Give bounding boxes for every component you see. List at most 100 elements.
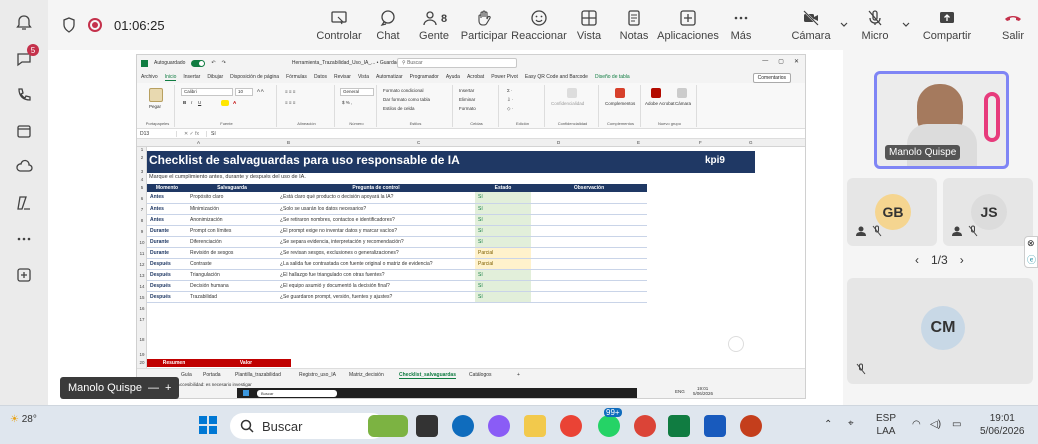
mic-options-button[interactable] <box>898 0 914 50</box>
excel-search-input[interactable]: ⚲ Buscar <box>397 58 517 68</box>
cell-estado[interactable]: Sí <box>475 192 531 204</box>
row-header[interactable]: 18 <box>137 337 147 342</box>
sheet-tab[interactable]: Matriz_decisión <box>349 372 384 378</box>
share-button[interactable]: Compartir <box>914 0 980 50</box>
add-apps-button[interactable] <box>7 258 41 292</box>
formula-input[interactable]: Sí <box>207 131 216 137</box>
row-header[interactable]: 2 <box>137 155 147 160</box>
column-header[interactable]: A <box>197 140 200 145</box>
cell-salvaguarda[interactable]: Decisión humana <box>187 280 277 292</box>
row-header[interactable]: 9 <box>137 229 147 234</box>
participant-tile-js[interactable]: JS <box>943 178 1033 246</box>
paste-icon[interactable] <box>149 88 163 102</box>
cell-pregunta[interactable]: ¿Se revisan sesgos, exclusiones o genera… <box>277 247 475 259</box>
align-top-icon[interactable]: ≡ ≡ ≡ <box>285 89 295 94</box>
cell-pregunta[interactable]: ¿Se guardaron prompt, versión, fuentes y… <box>277 291 475 303</box>
font-size-select[interactable]: 10 <box>235 88 253 96</box>
number-format-select[interactable]: General <box>340 88 374 96</box>
row-header[interactable]: 6 <box>137 196 147 201</box>
menu-item[interactable]: Ayuda <box>446 74 460 80</box>
redo-icon[interactable]: ↷ <box>222 60 226 66</box>
camera-button[interactable]: Cámara <box>786 0 836 50</box>
cell-observacion[interactable] <box>531 192 647 204</box>
volume-icon[interactable]: ◁) <box>930 418 941 431</box>
sheet-tab[interactable]: Registro_uso_IA <box>299 372 336 378</box>
menu-item[interactable]: Disposición de página <box>230 74 279 80</box>
row-header[interactable]: 14 <box>137 284 147 289</box>
minus-icon[interactable]: — <box>148 382 159 394</box>
cell-momento[interactable]: Antes <box>147 203 187 215</box>
column-header[interactable]: F <box>699 140 702 145</box>
cell-momento[interactable]: Después <box>147 291 187 303</box>
row-header[interactable]: 7 <box>137 207 147 212</box>
copilot-button[interactable] <box>7 186 41 220</box>
cell-momento[interactable]: Después <box>147 258 187 270</box>
task-view-icon[interactable] <box>416 415 438 437</box>
row-header[interactable]: 4 <box>137 177 147 182</box>
camera-tool-icon[interactable] <box>677 88 687 98</box>
cell-estado[interactable]: Sí <box>475 291 531 303</box>
fx-icon[interactable]: ✕ ✓ fx <box>177 130 207 137</box>
comments-button[interactable]: Comentarios <box>752 73 791 83</box>
cell-estado[interactable]: Sí <box>475 225 531 237</box>
cell-momento[interactable]: Antes <box>147 214 187 226</box>
close-icon[interactable]: ✕ <box>794 58 799 65</box>
react-button[interactable]: Reaccionar <box>510 0 568 50</box>
view-button[interactable]: Vista <box>568 0 610 50</box>
cell-observacion[interactable] <box>531 269 647 281</box>
undo-icon[interactable]: ↶ <box>211 60 215 66</box>
cell-observacion[interactable] <box>531 203 647 215</box>
minimize-icon[interactable]: — <box>762 58 768 65</box>
chevron-up-icon[interactable]: ⌃ <box>824 418 832 431</box>
calendar-button[interactable] <box>7 114 41 148</box>
more-apps-button[interactable] <box>7 222 41 256</box>
cell-pregunta[interactable]: ¿Se retiraron nombres, contactos e ident… <box>277 214 475 226</box>
apps-button[interactable]: Aplicaciones <box>657 0 719 50</box>
row-header[interactable]: 13 <box>137 273 147 278</box>
language-indicator[interactable]: ESP LAA <box>876 412 896 438</box>
whatsapp-icon[interactable] <box>598 415 620 437</box>
column-header[interactable]: C <box>417 140 420 145</box>
menu-item[interactable]: Acrobat <box>467 74 484 80</box>
cell-estado[interactable]: Sí <box>475 269 531 281</box>
italic-icon[interactable]: I <box>191 100 192 105</box>
sheet-tab[interactable]: Catálogos <box>469 372 492 378</box>
accessibility-status[interactable]: Accesibilidad: es necesario investigar <box>177 382 252 387</box>
calls-button[interactable] <box>7 78 41 112</box>
menu-item[interactable]: Revisar <box>334 74 351 80</box>
table-format-button[interactable]: Dar formato como tabla <box>383 97 430 102</box>
addins-button[interactable]: Complementos <box>605 101 635 106</box>
widget-app-icon[interactable]: ⓔ <box>1027 253 1036 266</box>
row-header[interactable]: 11 <box>137 251 147 256</box>
confidentiality-button[interactable]: Confidencialidad <box>551 101 584 106</box>
cell-observacion[interactable] <box>531 280 647 292</box>
row-header[interactable]: 1 <box>137 147 147 152</box>
row-header[interactable]: 8 <box>137 218 147 223</box>
cell-pregunta[interactable]: ¿El hallazgo fue triangulado con otras f… <box>277 269 475 281</box>
powerpoint-icon[interactable] <box>740 415 762 437</box>
row-header[interactable]: 19 <box>137 352 147 357</box>
cell-observacion[interactable] <box>531 247 647 259</box>
menu-item[interactable]: Vista <box>358 74 369 80</box>
cell-salvaguarda[interactable]: Contraste <box>187 258 277 270</box>
insert-cells-button[interactable]: Insertar <box>459 88 474 93</box>
cell-salvaguarda[interactable]: Propósito claro <box>187 192 277 204</box>
row-header[interactable]: 12 <box>137 262 147 267</box>
cell-momento[interactable]: Durante <box>147 225 187 237</box>
cell-momento[interactable]: Durante <box>147 236 187 248</box>
menu-item[interactable]: Dibujar <box>207 74 223 80</box>
cell-pregunta[interactable]: ¿El equipo asumió y documentó la decisió… <box>277 280 475 292</box>
format-cells-button[interactable]: Formato <box>459 106 476 111</box>
self-video-tile[interactable]: Manolo Quispe <box>874 71 1009 169</box>
side-widget[interactable]: ⊗ ⓔ <box>1024 236 1038 268</box>
currency-icon[interactable]: $ % , <box>342 100 352 105</box>
bold-icon[interactable]: B <box>183 100 186 105</box>
raise-hand-button[interactable]: Participar <box>458 0 510 50</box>
chevron-right-icon[interactable]: › <box>960 253 964 267</box>
sheet-tab[interactable]: Checklist_salvaguardas <box>399 372 456 379</box>
word-icon[interactable] <box>704 415 726 437</box>
menu-item[interactable]: Automatizar <box>376 74 403 80</box>
worksheet-grid[interactable]: ABCDEFG 1 2 3 4 5 6 7 8 9 10 11 12 13 14 15 16 17 18 19 20 … <box>137 139 805 398</box>
delete-cells-button[interactable]: Eliminar <box>459 97 475 102</box>
cell-pregunta[interactable]: ¿La salida fue contrastada con fuente or… <box>277 258 475 270</box>
